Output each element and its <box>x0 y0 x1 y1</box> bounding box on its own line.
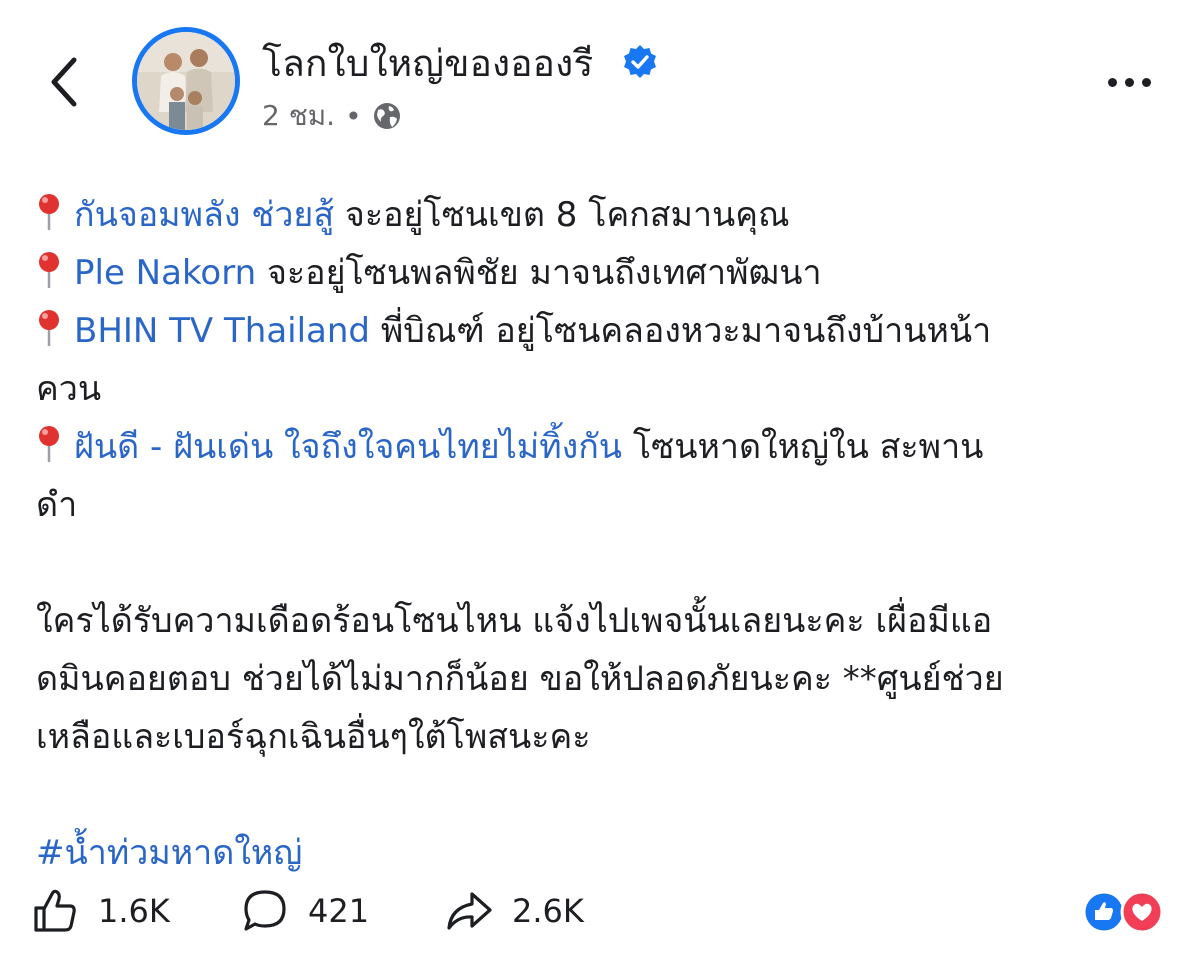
share-arrow-icon <box>447 892 492 930</box>
meta-separator: • <box>345 99 362 133</box>
chevron-left-icon <box>51 57 77 107</box>
more-dots-icon <box>1108 78 1117 87</box>
post-line: ฝันดี - ฝันเด่น ใจถึงใจคนไทยไม่ทิ้งกัน โ… <box>36 418 1166 476</box>
post-text: จะอยู่โซนเขต 8 โคกสมานคุณ <box>334 195 790 235</box>
comment-button[interactable]: 421 <box>240 886 369 936</box>
pushpin-icon <box>39 194 59 230</box>
pushpin-icon <box>39 426 59 462</box>
share-count: 2.6K <box>512 892 584 930</box>
post-line-wrap: ควน <box>36 369 102 409</box>
avatar-photo <box>137 32 235 130</box>
post-line: Ple Nakorn จะอยู่โซนพลพิชัย มาจนถึงเทศาพ… <box>36 244 1166 302</box>
post-body: กันจอมพลัง ช่วยสู้ จะอยู่โซนเขต 8 โคกสมา… <box>36 186 1166 882</box>
page-name[interactable]: โลกใบใหญ่ของอองรี <box>262 34 593 93</box>
post-paragraph-line: ดมินคอยตอบ ช่วยได้ไม่มากก็น้อย ขอให้ปลอด… <box>36 659 1004 699</box>
verified-badge-icon <box>624 45 656 78</box>
thumbs-up-icon <box>34 889 76 932</box>
reaction-icons[interactable] <box>1080 888 1168 936</box>
hashtag-link[interactable]: #น้ำท่วมหาดใหญ่ <box>36 833 302 873</box>
post-text: พี่บิณฑ์ อยู่โซนคลองหวะมาจนถึงบ้านหน้า <box>370 311 992 351</box>
post-paragraph-line: เหลือและเบอร์ฉุกเฉินอื่นๆใต้โพสนะคะ <box>36 717 591 757</box>
pushpin-icon <box>39 252 59 288</box>
comment-bubble-icon <box>244 890 286 931</box>
like-button[interactable]: 1.6K <box>30 886 170 936</box>
share-button[interactable]: 2.6K <box>444 886 584 936</box>
post-time[interactable]: 2 ชม. <box>262 94 335 138</box>
post-header: โลกใบใหญ่ของอองรี 2 ชม. • <box>0 0 1200 160</box>
back-button[interactable] <box>42 52 90 112</box>
comment-count: 421 <box>308 892 370 930</box>
more-dots-icon <box>1142 78 1151 87</box>
post-line: BHIN TV Thailand พี่บิณฑ์ อยู่โซนคลองหวะ… <box>36 302 1166 360</box>
mention-link[interactable]: Ple Nakorn <box>74 253 256 293</box>
more-dots-icon <box>1125 78 1134 87</box>
mention-link[interactable]: กันจอมพลัง ช่วยสู้ <box>74 195 334 235</box>
more-options-button[interactable] <box>1108 78 1151 87</box>
avatar[interactable] <box>132 27 240 135</box>
pushpin-icon <box>39 310 59 346</box>
globe-icon <box>373 103 400 129</box>
post-meta: 2 ชม. • <box>262 94 402 138</box>
post-text: จะอยู่โซนพลพิชัย มาจนถึงเทศาพัฒนา <box>256 253 822 293</box>
post-line: กันจอมพลัง ช่วยสู้ จะอยู่โซนเขต 8 โคกสมา… <box>36 186 1166 244</box>
like-count: 1.6K <box>98 892 170 930</box>
post-text: โซนหาดใหญ่ใน สะพาน <box>622 427 984 467</box>
post-actions: 1.6K 421 2.6K <box>30 876 1170 940</box>
post-paragraph-line: ใครได้รับความเดือดร้อนโซนไหน แจ้งไปเพจนั… <box>36 601 993 641</box>
mention-link[interactable]: BHIN TV Thailand <box>74 311 370 351</box>
mention-link[interactable]: ฝันดี - ฝันเด่น ใจถึงใจคนไทยไม่ทิ้งกัน <box>74 427 622 467</box>
post-line-wrap: ดำ <box>36 485 78 525</box>
